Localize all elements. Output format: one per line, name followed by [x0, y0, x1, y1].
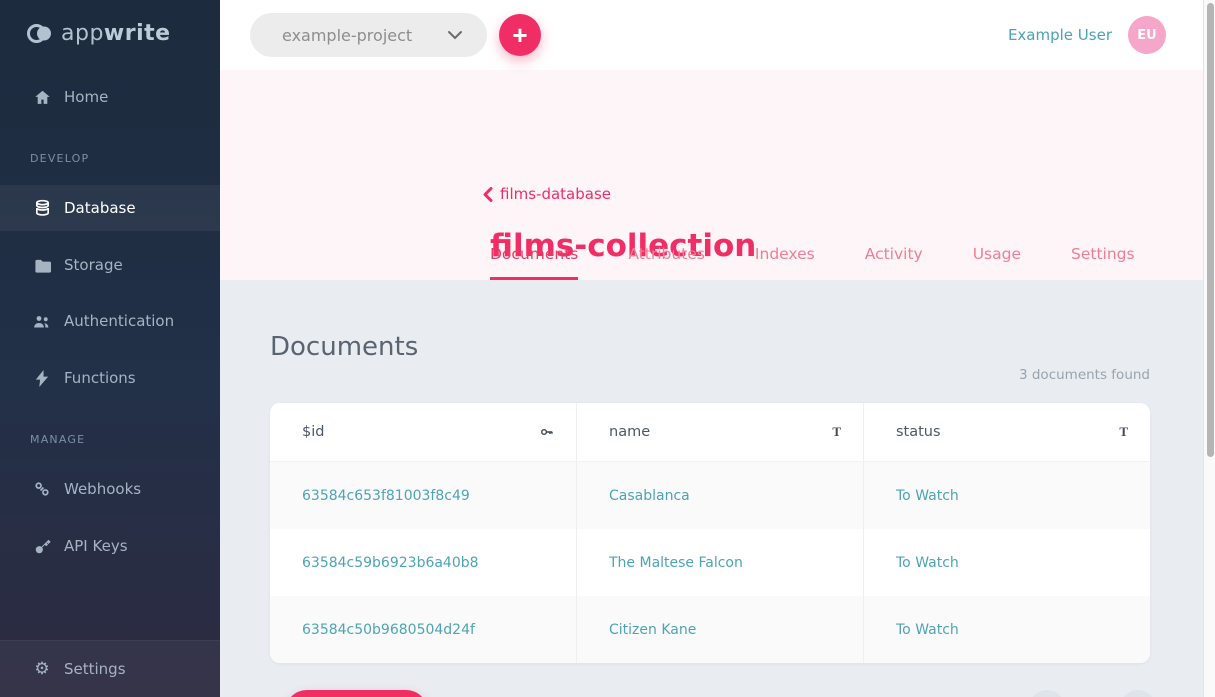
column-header-status[interactable]: status T — [864, 403, 1150, 461]
sidebar-item-storage[interactable]: Storage — [0, 242, 220, 288]
appwrite-logo-text: appwrite — [61, 21, 171, 46]
bolt-icon — [30, 370, 54, 387]
main-content: Documents 3 documents found $id name T — [220, 280, 1203, 697]
sidebar-item-functions[interactable]: Functions — [0, 355, 220, 401]
sidebar-item-label: Functions — [64, 369, 136, 387]
sidebar-item-api-keys[interactable]: API Keys — [0, 523, 220, 569]
tab-indexes[interactable]: Indexes — [755, 245, 815, 280]
documents-count: 3 documents found — [1019, 367, 1150, 383]
add-project-button[interactable]: + — [499, 14, 541, 56]
key-icon — [30, 538, 54, 555]
documents-table: $id name T status T 63584c653 — [270, 403, 1150, 663]
cell-document-id[interactable]: 63584c653f81003f8c49 — [270, 462, 577, 529]
cell-name[interactable]: The Maltese Falcon — [577, 529, 864, 596]
sidebar-item-label: Webhooks — [64, 480, 141, 498]
user-name-link[interactable]: Example User — [1008, 26, 1112, 44]
project-selector[interactable]: example-project — [250, 13, 487, 57]
sidebar-item-webhooks[interactable]: Webhooks — [0, 466, 220, 512]
cell-document-id[interactable]: 63584c59b6923b6a40b8 — [270, 529, 577, 596]
database-icon — [30, 199, 54, 217]
scrollbar-thumb[interactable] — [1207, 3, 1214, 457]
cell-document-id[interactable]: 63584c50b9680504d24f — [270, 596, 577, 663]
cell-name[interactable]: Casablanca — [577, 462, 864, 529]
chevron-left-icon — [483, 187, 493, 202]
documents-heading: Documents — [270, 332, 418, 362]
tab-attributes[interactable]: Attributes — [628, 245, 705, 280]
text-filter-icon: T — [832, 424, 841, 440]
column-header-label: $id — [302, 424, 324, 440]
home-icon — [30, 89, 54, 106]
add-document-button[interactable] — [285, 690, 428, 697]
text-filter-icon: T — [1119, 424, 1128, 440]
cell-name[interactable]: Citizen Kane — [577, 596, 864, 663]
collection-header: films-database films-collection Document… — [220, 70, 1203, 280]
chevron-down-icon — [447, 30, 463, 40]
gear-icon: ⚙ — [30, 661, 54, 678]
appwrite-logo[interactable]: appwrite — [26, 20, 171, 47]
key-icon — [540, 425, 554, 439]
tab-activity[interactable]: Activity — [865, 245, 923, 280]
tab-documents[interactable]: Documents — [490, 245, 578, 280]
table-row[interactable]: 63584c50b9680504d24f Citizen Kane To Wat… — [270, 596, 1150, 663]
users-icon — [30, 314, 54, 329]
sidebar-item-label: Authentication — [64, 312, 174, 330]
sidebar-section-manage: MANAGE — [30, 433, 85, 446]
link-icon — [30, 481, 54, 497]
appwrite-logo-icon — [26, 20, 53, 47]
pagination-next-button[interactable] — [1120, 690, 1156, 697]
sidebar-item-authentication[interactable]: Authentication — [0, 298, 220, 344]
avatar[interactable]: EU — [1128, 16, 1166, 54]
sidebar-item-label: Settings — [64, 660, 126, 678]
sidebar-item-settings[interactable]: ⚙ Settings — [0, 646, 220, 692]
sidebar-item-home[interactable]: Home — [0, 74, 220, 120]
cell-status[interactable]: To Watch — [864, 462, 1150, 529]
scrollbar-track[interactable] — [1203, 0, 1215, 697]
tab-bar: Documents Attributes Indexes Activity Us… — [490, 245, 1185, 280]
app-window: appwrite Home DEVELOP Database — [0, 0, 1215, 697]
tab-usage[interactable]: Usage — [973, 245, 1021, 280]
column-header-label: name — [609, 424, 650, 440]
breadcrumb-label: films-database — [500, 185, 611, 203]
tab-settings[interactable]: Settings — [1071, 245, 1135, 280]
breadcrumb[interactable]: films-database — [483, 185, 611, 203]
pagination-prev-button[interactable] — [1029, 690, 1065, 697]
sidebar-item-label: Home — [64, 88, 108, 106]
sidebar-section-develop: DEVELOP — [30, 152, 89, 165]
user-area: Example User EU — [1008, 16, 1166, 54]
table-row[interactable]: 63584c653f81003f8c49 Casablanca To Watch — [270, 462, 1150, 529]
table-row[interactable]: 63584c59b6923b6a40b8 The Maltese Falcon … — [270, 529, 1150, 596]
sidebar-item-database[interactable]: Database — [0, 185, 220, 231]
sidebar-item-label: Storage — [64, 256, 123, 274]
sidebar: appwrite Home DEVELOP Database — [0, 0, 220, 697]
column-header-id[interactable]: $id — [270, 403, 577, 461]
column-header-label: status — [896, 424, 941, 440]
folder-icon — [30, 258, 54, 273]
sidebar-item-label: Database — [64, 199, 136, 217]
cell-status[interactable]: To Watch — [864, 596, 1150, 663]
table-header-row: $id name T status T — [270, 403, 1150, 462]
sidebar-item-label: API Keys — [64, 537, 128, 555]
project-selector-value: example-project — [282, 26, 447, 45]
column-header-name[interactable]: name T — [577, 403, 864, 461]
topbar: example-project + Example User EU — [220, 0, 1203, 70]
cell-status[interactable]: To Watch — [864, 529, 1150, 596]
